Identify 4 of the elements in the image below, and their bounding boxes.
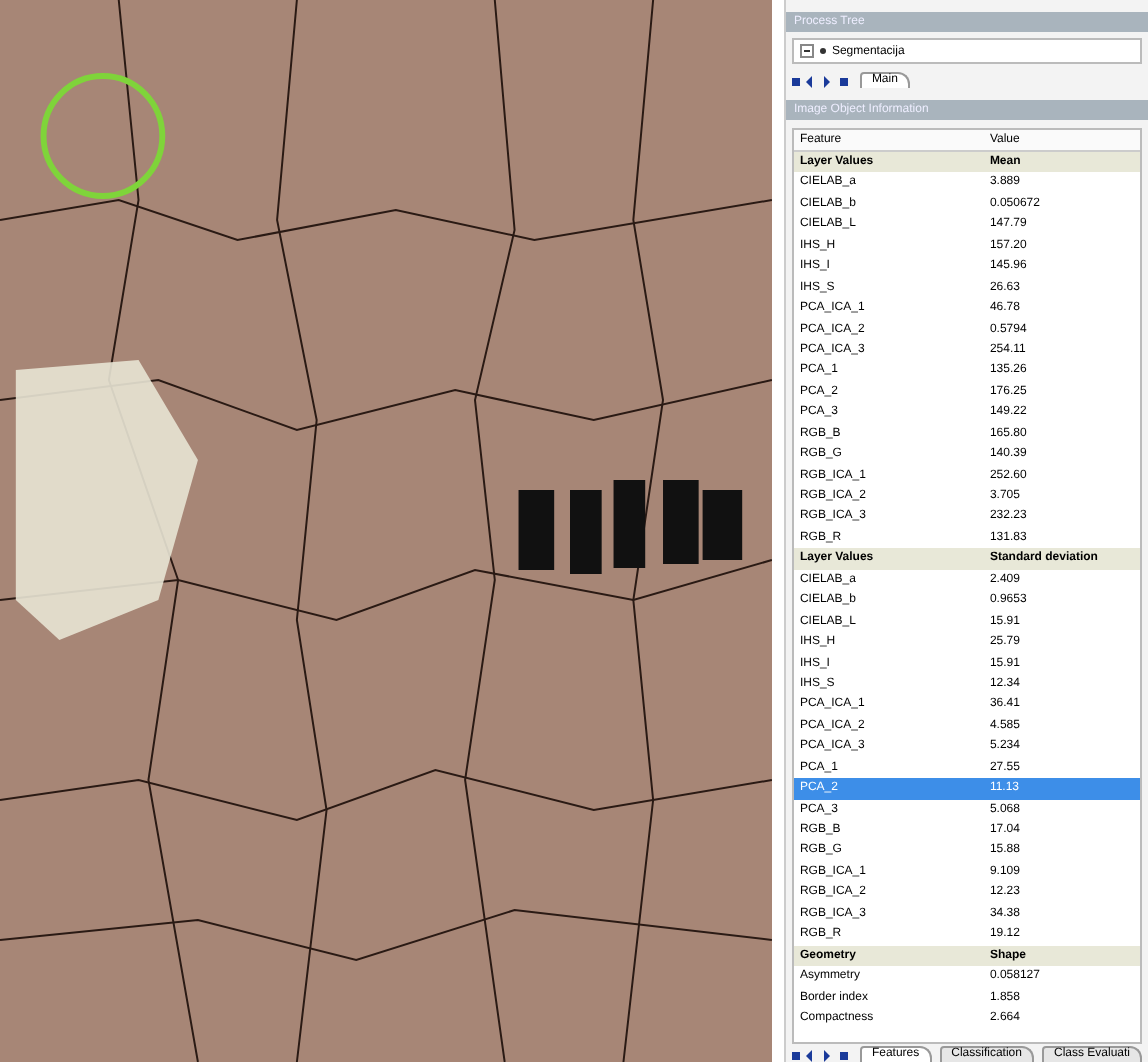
expand-toggle-icon[interactable] [799,44,814,58]
bullet-icon [819,48,826,54]
navigation-arrows-icon[interactable] [791,1050,852,1062]
navigation-arrows-icon[interactable] [791,76,852,88]
